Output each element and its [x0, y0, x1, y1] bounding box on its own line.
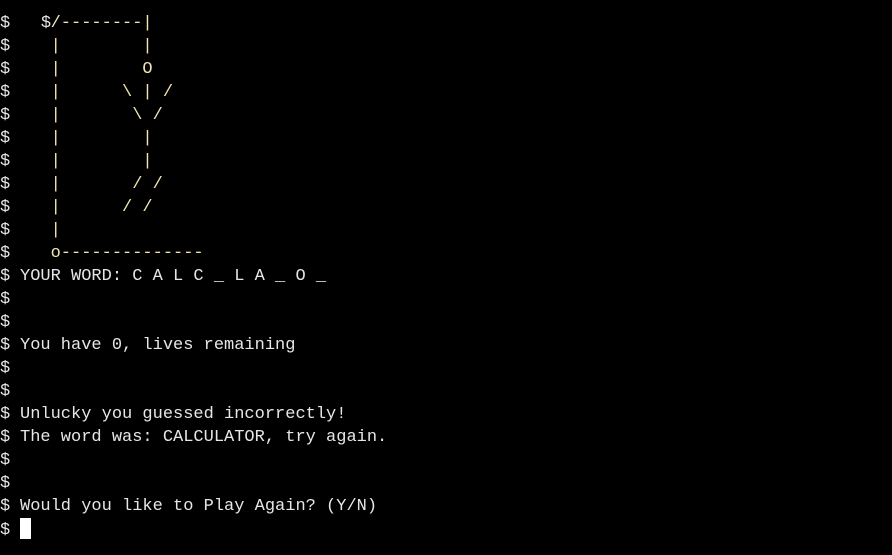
hangman-art-text: o-------------- — [20, 244, 204, 263]
hangman-art-text: /--------| — [20, 14, 153, 33]
hangman-art-line: $ | | — [0, 150, 892, 173]
prompt-symbol: $ — [0, 106, 11, 125]
terminal-line-empty: $ — [0, 288, 892, 311]
prompt-symbol: $ — [0, 359, 11, 378]
prompt-symbol: $ — [0, 60, 11, 79]
prompt-symbol: $ — [0, 290, 11, 309]
result-message-text: Unlucky you guessed incorrectly! — [20, 405, 347, 424]
prompt-symbol: $ — [0, 152, 11, 171]
prompt-symbol: $ — [0, 497, 11, 516]
prompt-symbol: $ — [0, 221, 11, 240]
hangman-art-line: $ | | — [0, 127, 892, 150]
prompt-symbol: $ — [0, 14, 11, 33]
prompt-symbol: $ — [0, 382, 11, 401]
terminal-line-top-partial: $ — [0, 0, 892, 33]
prompt-symbol: $ — [0, 267, 11, 286]
hangman-art-line: $ | — [0, 219, 892, 242]
prompt-symbol: $ — [0, 521, 11, 540]
text-cursor[interactable] — [20, 518, 31, 539]
lives-remaining-text: You have 0, lives remaining — [20, 336, 296, 355]
hangman-art-text: | — [20, 221, 61, 240]
answer-reveal-text: The word was: CALCULATOR, try again. — [20, 428, 388, 447]
hangman-art-text: | O — [20, 60, 153, 79]
prompt-symbol: $ — [0, 336, 11, 355]
prompt-symbol: $ — [0, 175, 11, 194]
hangman-art-text: | | — [20, 129, 153, 148]
hangman-art-line: $ | \ | / — [0, 81, 892, 104]
terminal-line-empty: $ — [0, 357, 892, 380]
hangman-art-text: | \ / — [20, 106, 163, 125]
prompt-symbol: $ — [0, 451, 11, 470]
prompt-symbol: $ — [0, 83, 11, 102]
terminal-window[interactable]: $ $ /--------| $ | | $ | O $ | \ | / $ |… — [0, 0, 892, 555]
terminal-line-empty: $ — [0, 311, 892, 334]
result-message-line: $ Unlucky you guessed incorrectly! — [0, 403, 892, 426]
lives-remaining-line: $ You have 0, lives remaining — [0, 334, 892, 357]
prompt-symbol: $ — [0, 313, 11, 332]
play-again-prompt-text: Would you like to Play Again? (Y/N) — [20, 497, 378, 516]
terminal-line-empty: $ — [0, 449, 892, 472]
hangman-art-text: | | — [20, 152, 153, 171]
input-line[interactable]: $ — [0, 518, 892, 541]
terminal-line-empty: $ — [0, 380, 892, 403]
hangman-art-line: $ o-------------- — [0, 242, 892, 265]
answer-reveal-line: $ The word was: CALCULATOR, try again. — [0, 426, 892, 449]
hangman-art-line: $ | / / — [0, 196, 892, 219]
prompt-symbol: $ — [0, 37, 11, 56]
hangman-art-text: | / / — [20, 198, 153, 217]
hangman-art-line: $ /--------| — [0, 12, 892, 35]
play-again-prompt-line: $ Would you like to Play Again? (Y/N) — [0, 495, 892, 518]
hangman-art-line: $ | O — [0, 58, 892, 81]
prompt-symbol: $ — [0, 474, 11, 493]
hangman-art-text: | / / — [20, 175, 163, 194]
prompt-symbol: $ — [0, 198, 11, 217]
hangman-art-text: | \ | / — [20, 83, 174, 102]
prompt-symbol: $ — [0, 428, 11, 447]
hangman-art-text: | | — [20, 37, 153, 56]
prompt-symbol: $ — [0, 405, 11, 424]
word-progress-text: YOUR WORD: C A L C _ L A _ O _ — [20, 267, 327, 286]
hangman-art-line: $ | / / — [0, 173, 892, 196]
prompt-symbol: $ — [0, 129, 11, 148]
hangman-art-line: $ | | — [0, 35, 892, 58]
prompt-symbol: $ — [0, 244, 11, 263]
word-progress-line: $ YOUR WORD: C A L C _ L A _ O _ — [0, 265, 892, 288]
hangman-art-line: $ | \ / — [0, 104, 892, 127]
terminal-line-empty: $ — [0, 472, 892, 495]
